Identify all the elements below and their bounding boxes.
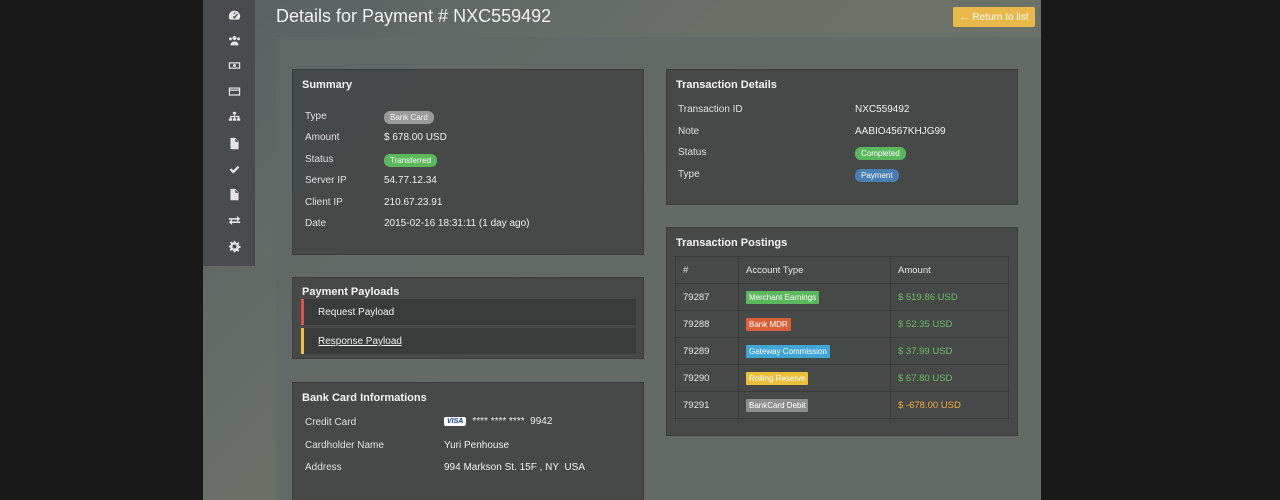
exchange-icon[interactable] [227, 213, 241, 227]
posting-id: 79290 [675, 364, 739, 392]
posting-amount: $ -678.00 USD [890, 391, 1009, 419]
sidebar [203, 0, 255, 266]
transaction-id-label: Transaction ID [678, 104, 743, 115]
payloads-panel: Payment Payloads Request Payload Respons… [292, 277, 644, 359]
account-type-label: Bank MDR [746, 317, 791, 331]
payment-badge: Payment [855, 169, 899, 182]
summary-panel: Summary Type Bank Card Amount $ 678.00 U… [292, 69, 644, 255]
card-number: **** **** **** 9942 [472, 416, 553, 427]
summary-date-label: Date [305, 218, 327, 229]
transaction-id-value: NXC559492 [855, 104, 910, 115]
summary-server-ip-label: Server IP [305, 175, 347, 186]
completed-badge: Completed [855, 147, 906, 160]
users-icon[interactable] [227, 33, 241, 47]
visa-icon: VISA [444, 416, 467, 426]
cardholder-name-value: Yuri Penhouse [444, 440, 510, 451]
status-badge: Transferred [384, 154, 438, 167]
posting-id: 79288 [675, 310, 739, 338]
request-payload-label: Request Payload [318, 307, 395, 318]
note-label: Note [678, 126, 700, 137]
response-payload-label: Response Payload [318, 336, 402, 347]
account-type-label: Rolling Reserve [746, 371, 809, 385]
bank-card-title: Bank Card Informations [302, 392, 427, 404]
response-payload-item[interactable]: Response Payload [301, 328, 636, 354]
summary-amount-value: $ 678.00 USD [384, 132, 447, 143]
address-value: 994 Markson St. 15F , NY USA [444, 462, 585, 473]
file-icon[interactable] [227, 187, 241, 201]
summary-type-label: Type [305, 111, 327, 122]
content-area: Summary Type Bank Card Amount $ 678.00 U… [276, 37, 1041, 500]
credit-card-label: Credit Card [305, 417, 357, 428]
posting-id: 79287 [675, 283, 739, 311]
return-to-list-label: Return to list [972, 11, 1029, 23]
account-type-label: Merchant Earnings [746, 290, 820, 304]
table-row: 79291 BankCard Debit $ -678.00 USD [675, 391, 1009, 419]
account-type-label: BankCard Debit [746, 398, 809, 412]
summary-client-ip-value: 210.67.23.91 [384, 197, 443, 208]
return-to-list-button[interactable]: ← Return to list [953, 7, 1035, 27]
posting-account-cell: Rolling Reserve [738, 364, 891, 392]
bank-card-panel: Bank Card Informations Credit Card VISA *… [292, 382, 644, 500]
table-header-row: # Account Type Amount [675, 256, 1009, 284]
app-window: Details for Payment # NXC559492 ← Return… [203, 0, 1041, 500]
request-payload-item[interactable]: Request Payload [301, 299, 636, 325]
posting-account-cell: Bank MDR [738, 310, 891, 338]
document-icon[interactable] [227, 136, 241, 150]
note-value: AABIO4567KHJG99 [855, 126, 946, 137]
transaction-status-label: Status [678, 147, 707, 158]
summary-status-label: Status [305, 154, 334, 165]
posting-id: 79289 [675, 337, 739, 365]
summary-date-value: 2015-02-16 18:31:11 (1 day ago) [384, 218, 530, 229]
posting-account-cell: BankCard Debit [738, 391, 891, 419]
account-type-label: Gateway Commission [746, 344, 830, 358]
column-header-id: # [675, 256, 739, 284]
check-icon[interactable] [227, 162, 241, 176]
arrow-left-icon: ← [959, 11, 970, 23]
summary-server-ip-value: 54.77.12.34 [384, 175, 437, 186]
dashboard-icon[interactable] [227, 8, 241, 22]
type-badge: Bank Card [384, 111, 434, 124]
gear-icon[interactable] [227, 239, 241, 253]
transaction-details-panel: Transaction Details Transaction ID NXC55… [666, 69, 1018, 205]
postings-table: # Account Type Amount 79287 Merchant Earn… [675, 256, 1009, 419]
posting-amount: $ 67.80 USD [890, 364, 1009, 392]
table-row: 79288 Bank MDR $ 52.35 USD [675, 310, 1009, 338]
table-row: 79289 Gateway Commission $ 37.99 USD [675, 337, 1009, 365]
credit-card-icon[interactable] [227, 84, 241, 98]
transaction-postings-title: Transaction Postings [676, 237, 788, 249]
column-header-account-type: Account Type [738, 256, 891, 284]
table-row: 79290 Rolling Reserve $ 67.80 USD [675, 364, 1009, 392]
summary-client-ip-label: Client IP [305, 197, 343, 208]
posting-amount: $ 37.99 USD [890, 337, 1009, 365]
transaction-postings-panel: Transaction Postings # Account Type Amou… [666, 227, 1018, 436]
transaction-details-title: Transaction Details [676, 79, 777, 91]
money-icon[interactable] [227, 58, 241, 72]
posting-account-cell: Gateway Commission [738, 337, 891, 365]
sitemap-icon[interactable] [227, 110, 241, 124]
credit-card-value: VISA **** **** **** 9942 [444, 416, 552, 427]
address-label: Address [305, 462, 342, 473]
payloads-title: Payment Payloads [302, 286, 400, 298]
cardholder-name-label: Cardholder Name [305, 440, 384, 451]
posting-account-cell: Merchant Earnings [738, 283, 891, 311]
transaction-type-label: Type [678, 169, 700, 180]
posting-amount: $ 52.35 USD [890, 310, 1009, 338]
summary-title: Summary [302, 79, 353, 91]
page-title: Details for Payment # NXC559492 [276, 6, 552, 26]
posting-amount: $ 519.86 USD [890, 283, 1009, 311]
summary-amount-label: Amount [305, 132, 340, 143]
column-header-amount: Amount [890, 256, 1009, 284]
table-row: 79287 Merchant Earnings $ 519.86 USD [675, 283, 1009, 311]
posting-id: 79291 [675, 391, 739, 419]
